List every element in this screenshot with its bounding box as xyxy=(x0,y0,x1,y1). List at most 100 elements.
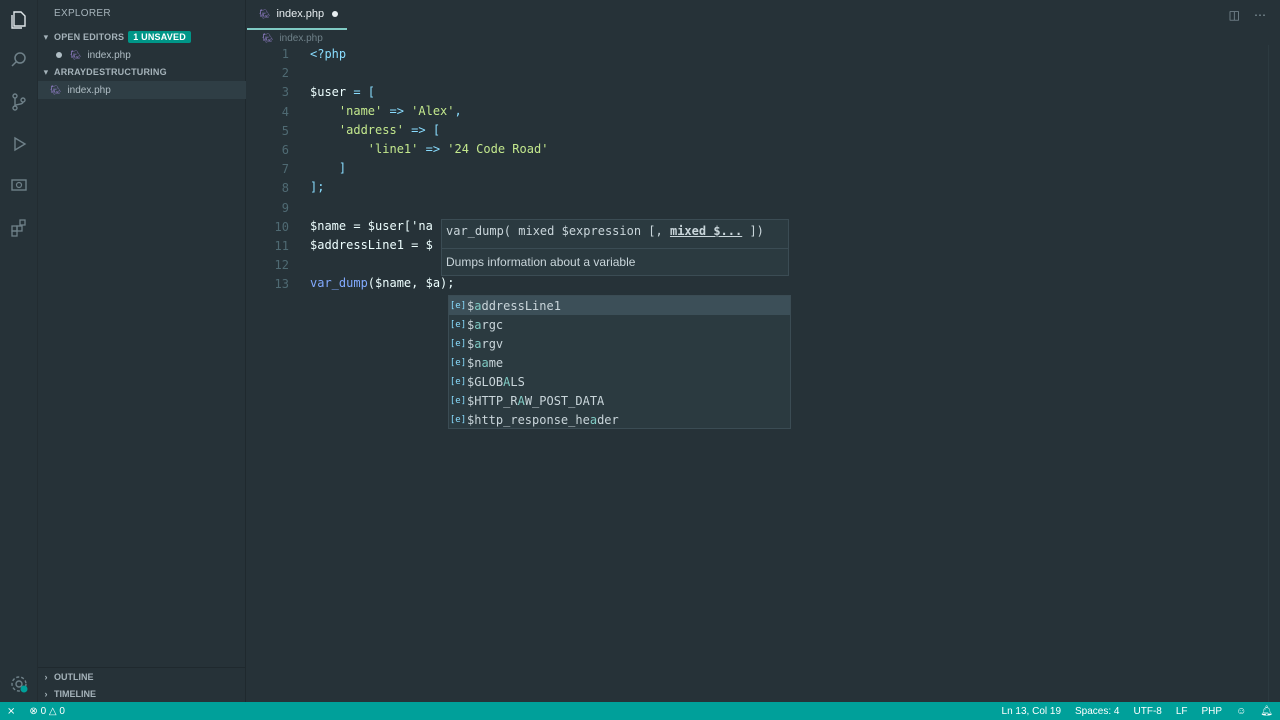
suggestion-item[interactable]: [e] $GLOB A LS xyxy=(449,372,790,391)
sidebar-title: EXPLORER xyxy=(54,8,111,19)
signature-description: Dumps information about a variable xyxy=(446,255,636,269)
suggestion-text-pre: $n xyxy=(467,355,482,370)
suggestion-text-rest: W_POST_DATA xyxy=(524,394,605,408)
unsaved-dot-icon[interactable] xyxy=(332,11,339,17)
variable-symbol-icon: [e] xyxy=(449,338,467,349)
breadcrumb[interactable]: 🐘︎ index.php xyxy=(262,31,323,45)
code-line-11: $addressLine1 = $ xyxy=(310,238,433,252)
suggestion-text-hl: A xyxy=(503,374,511,389)
line-number: 9 xyxy=(281,200,289,215)
signature-help-popup: var_dump( mixed $expression [, mixed $..… xyxy=(441,219,789,276)
line-number: 3 xyxy=(281,85,289,100)
line-number: 13 xyxy=(274,277,289,292)
unsaved-badge: 1 UNSAVED xyxy=(128,31,191,43)
editor-scrollbar[interactable] xyxy=(1268,45,1280,702)
code-line-1: <?php xyxy=(310,47,347,61)
code-line-10: $name = $user['na xyxy=(310,219,433,233)
suggestion-item[interactable]: [e] $n a me xyxy=(449,353,790,372)
code-line-5: 'address' => [ xyxy=(310,123,441,137)
suggestion-text-pre: $HTTP_R xyxy=(467,394,518,408)
explorer-sidebar: EXPLORER ▾ OPEN EDITORS 1 UNSAVED 🐘︎ ind… xyxy=(38,0,246,702)
editor-tabs: 🐘︎ index.php ◫ ⋯ xyxy=(247,0,1280,30)
feedback-icon[interactable]: ☺ xyxy=(1236,706,1246,717)
run-debug-icon[interactable] xyxy=(7,132,31,156)
remote-indicator-icon[interactable]: ⨯ xyxy=(7,706,15,717)
remote-explorer-icon[interactable] xyxy=(7,174,31,198)
code-line-13: var_dump($name, $a); xyxy=(310,276,455,290)
variable-symbol-icon: [e] xyxy=(449,396,467,406)
line-number: 12 xyxy=(274,258,289,273)
outline-label: OUTLINE xyxy=(54,671,94,682)
suggestion-text-pre: $ xyxy=(467,317,475,332)
end-of-line[interactable]: LF xyxy=(1176,706,1188,717)
folder-file-item[interactable]: 🐘︎ index.php xyxy=(38,81,246,99)
line-number: 5 xyxy=(281,123,289,138)
tab-index-php[interactable]: 🐘︎ index.php xyxy=(247,0,347,30)
notifications-bell-icon[interactable]: 🔔︎ xyxy=(1260,706,1273,717)
suggestion-text-hl: a xyxy=(474,317,482,332)
indentation[interactable]: Spaces: 4 xyxy=(1075,706,1119,717)
suggestion-text-hl: A xyxy=(517,394,525,408)
line-number: 11 xyxy=(274,239,289,253)
signature-divider xyxy=(442,248,788,249)
timeline-label: TIMELINE xyxy=(54,689,96,699)
accounts-gear-icon[interactable] xyxy=(7,672,31,696)
suggestion-item[interactable]: [e] $ a rgv xyxy=(449,334,790,353)
extensions-icon[interactable] xyxy=(7,216,31,240)
explorer-files-icon[interactable] xyxy=(7,8,31,32)
suggestion-text-rest: ddressLine1 xyxy=(481,298,561,313)
suggestion-text-pre: $GLOB xyxy=(467,374,504,389)
php-file-icon: 🐘︎ xyxy=(50,84,62,95)
folder-header[interactable]: ▾ ARRAYDESTRUCTURING xyxy=(38,63,246,81)
chevron-right-icon: › xyxy=(44,689,48,699)
code-line-3: $user = [ xyxy=(310,85,376,99)
suggestion-text-pre: $ xyxy=(467,336,475,351)
suggestion-widget: [e] $ a ddressLine1 [e] $ a rgc [e] $ a rgv [e] $n a me… xyxy=(448,295,791,429)
folder-label: ARRAYDESTRUCTURING xyxy=(54,67,167,77)
chevron-down-icon: ▾ xyxy=(43,31,49,42)
variable-symbol-icon: [e] xyxy=(449,300,467,311)
php-file-icon: 🐘︎ xyxy=(259,8,271,19)
suggestion-text-hl: a xyxy=(474,336,482,351)
suggestion-text-rest: der xyxy=(597,413,619,428)
editor-actions: ◫ ⋯ xyxy=(1229,8,1266,22)
folder-filename: index.php xyxy=(67,84,111,96)
suggestion-item[interactable]: [e] $http_response_he a der xyxy=(449,411,790,430)
line-number: 8 xyxy=(281,181,289,196)
outline-section-header[interactable]: › OUTLINE xyxy=(38,667,246,685)
encoding[interactable]: UTF-8 xyxy=(1134,706,1162,717)
source-control-icon[interactable] xyxy=(7,90,31,114)
open-editor-item[interactable]: 🐘︎ index.php xyxy=(38,46,246,64)
suggestion-text-rest: rgc xyxy=(481,317,504,332)
code-line-8: ]; xyxy=(310,180,325,194)
line-number: 6 xyxy=(281,143,289,157)
suggestion-text-hl: a xyxy=(481,355,489,370)
suggestion-item[interactable]: [e] $HTTP_R A W_POST_DATA xyxy=(449,392,790,411)
php-file-icon: 🐘︎ xyxy=(262,32,274,43)
suggestion-text-rest: rgv xyxy=(481,336,504,351)
problems-indicator[interactable]: ⊗ 0 △ 0 xyxy=(29,706,65,717)
variable-symbol-icon: [e] xyxy=(449,357,467,368)
php-file-icon: 🐘︎ xyxy=(70,49,82,60)
code-line-6: 'line1' => '24 Code Road' xyxy=(310,142,549,156)
activity-bar xyxy=(0,0,38,702)
breadcrumb-file: index.php xyxy=(279,32,323,44)
cursor-position[interactable]: Ln 13, Col 19 xyxy=(1002,706,1062,717)
suggestion-text-rest: me xyxy=(488,355,504,370)
search-icon[interactable] xyxy=(7,48,31,72)
split-editor-icon[interactable]: ◫ xyxy=(1229,8,1240,22)
suggestion-text-pre: $ xyxy=(467,298,475,313)
unsaved-dot-icon xyxy=(56,52,62,58)
open-editors-header[interactable]: ▾ OPEN EDITORS 1 UNSAVED xyxy=(38,28,246,46)
line-number: 2 xyxy=(281,66,289,81)
open-editors-label: OPEN EDITORS xyxy=(54,32,125,42)
suggestion-item[interactable]: [e] $ a ddressLine1 xyxy=(449,296,790,315)
line-number: 4 xyxy=(281,104,289,119)
line-number: 7 xyxy=(281,162,289,177)
timeline-section-header[interactable]: › TIMELINE xyxy=(38,685,246,703)
more-actions-icon[interactable]: ⋯ xyxy=(1254,8,1266,22)
suggestion-item[interactable]: [e] $ a rgc xyxy=(449,315,790,334)
language-mode[interactable]: PHP xyxy=(1202,706,1223,717)
signature-text: var_dump( mixed $expression [, mixed $..… xyxy=(446,224,764,238)
status-bar: ⨯ ⊗ 0 △ 0 Ln 13, Col 19 Spaces: 4 UTF-8 … xyxy=(0,702,1280,720)
